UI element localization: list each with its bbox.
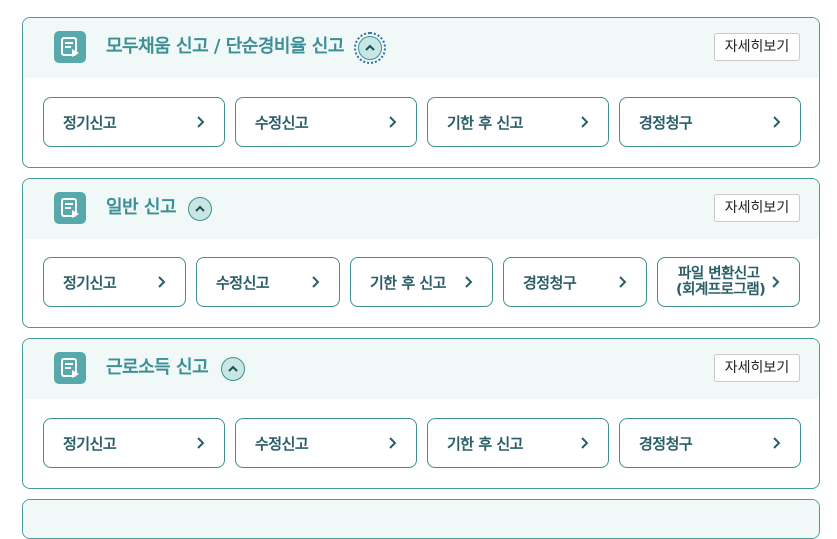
- section-next-partial: [22, 499, 820, 539]
- chevron-right-icon: [158, 276, 166, 288]
- chevron-right-icon: [581, 437, 589, 449]
- chevron-right-icon: [773, 437, 781, 449]
- option-label: 경정청구: [639, 113, 693, 132]
- chevron-right-icon: [465, 276, 473, 288]
- option-button-regular[interactable]: 정기신고: [43, 257, 186, 307]
- document-edit-icon: [54, 31, 86, 63]
- section-simple-report: 모두채움 신고 / 단순경비율 신고 자세히보기 정기신고 수정신고 기한 후 …: [22, 17, 820, 168]
- option-button-regular[interactable]: 정기신고: [43, 97, 225, 147]
- option-label-line1: 파일 변환신고: [678, 266, 760, 282]
- detail-button[interactable]: 자세히보기: [714, 194, 800, 222]
- collapse-toggle[interactable]: [221, 357, 245, 381]
- chevron-up-icon: [195, 205, 205, 212]
- section-header: [23, 500, 819, 538]
- option-label: 수정신고: [255, 434, 309, 453]
- option-button-file-convert[interactable]: 파일 변환신고 (회계프로그램): [657, 257, 800, 307]
- option-button-amend[interactable]: 수정신고: [196, 257, 340, 307]
- option-button-late[interactable]: 기한 후 신고: [427, 97, 609, 147]
- chevron-right-icon: [619, 276, 627, 288]
- chevron-right-icon: [197, 437, 205, 449]
- option-label: 정기신고: [63, 113, 117, 132]
- option-button-claim[interactable]: 경정청구: [619, 418, 801, 468]
- detail-button[interactable]: 자세히보기: [714, 33, 800, 61]
- chevron-up-icon: [365, 44, 375, 51]
- option-button-late[interactable]: 기한 후 신고: [427, 418, 609, 468]
- option-button-claim[interactable]: 경정청구: [619, 97, 801, 147]
- chevron-right-icon: [389, 116, 397, 128]
- section-header: 일반 신고 자세히보기: [23, 179, 819, 239]
- option-label: 기한 후 신고: [447, 113, 523, 132]
- chevron-right-icon: [312, 276, 320, 288]
- option-button-amend[interactable]: 수정신고: [235, 97, 417, 147]
- document-edit-icon: [54, 192, 86, 224]
- chevron-right-icon: [389, 437, 397, 449]
- collapse-toggle[interactable]: [354, 32, 386, 64]
- option-button-amend[interactable]: 수정신고: [235, 418, 417, 468]
- detail-button[interactable]: 자세히보기: [714, 354, 800, 382]
- option-label-line2: (회계프로그램): [676, 282, 766, 298]
- option-button-regular[interactable]: 정기신고: [43, 418, 225, 468]
- chevron-right-icon: [197, 116, 205, 128]
- section-earned-income-report: 근로소득 신고 자세히보기 정기신고 수정신고 기한 후 신고 경정청구: [22, 338, 820, 489]
- option-label: 정기신고: [63, 273, 117, 292]
- option-label: 수정신고: [255, 113, 309, 132]
- document-edit-icon: [54, 352, 86, 384]
- section-header: 근로소득 신고 자세히보기: [23, 339, 819, 399]
- option-button-claim[interactable]: 경정청구: [503, 257, 647, 307]
- option-label: 수정신고: [216, 273, 270, 292]
- section-title: 모두채움 신고 / 단순경비율 신고: [106, 36, 344, 57]
- option-label: 기한 후 신고: [370, 273, 446, 292]
- chevron-right-icon: [772, 276, 780, 288]
- chevron-up-icon: [228, 365, 238, 372]
- option-label: 정기신고: [63, 434, 117, 453]
- option-label: 기한 후 신고: [447, 434, 523, 453]
- section-header: 모두채움 신고 / 단순경비율 신고 자세히보기: [23, 18, 819, 78]
- chevron-right-icon: [581, 116, 589, 128]
- chevron-right-icon: [773, 116, 781, 128]
- collapse-toggle[interactable]: [188, 197, 212, 221]
- option-button-late[interactable]: 기한 후 신고: [350, 257, 493, 307]
- section-general-report: 일반 신고 자세히보기 정기신고 수정신고 기한 후 신고 경정청구 파일 변환…: [22, 178, 820, 328]
- option-label: 경정청구: [639, 434, 693, 453]
- section-title: 일반 신고: [106, 197, 177, 218]
- option-label: 파일 변환신고 (회계프로그램): [676, 258, 766, 306]
- section-title: 근로소득 신고: [106, 357, 209, 378]
- option-label: 경정청구: [523, 273, 577, 292]
